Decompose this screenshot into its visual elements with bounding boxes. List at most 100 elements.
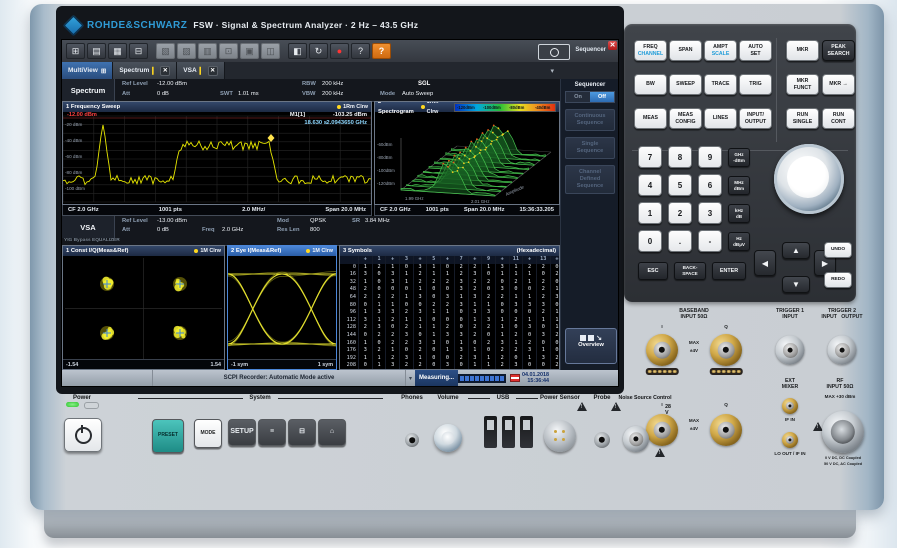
auto-set-key[interactable]: AUTOSET — [739, 40, 772, 61]
grid-tool-icon[interactable]: ▣ — [240, 43, 259, 59]
power-sensor-connector[interactable] — [544, 420, 576, 452]
vbw-value[interactable]: 200 kHz — [322, 91, 343, 97]
display-icon[interactable]: ◧ — [288, 43, 307, 59]
ghz-key[interactable]: GHz-dBm — [728, 148, 750, 167]
mkr-to-key[interactable]: MKR → — [822, 74, 855, 95]
eye-diagram-window[interactable]: 2 Eye I(Meas&Ref) 1M Clrw -1 sym 1 sym — [227, 245, 337, 370]
baseband-q-connector[interactable] — [710, 334, 742, 366]
sweep-points[interactable]: 1001 pts — [159, 207, 182, 213]
vsa3-header[interactable]: 3 Symbols (Hexadecimal) — [340, 246, 559, 256]
center-frequency[interactable]: CF 2.0 GHz — [68, 207, 99, 213]
volume-knob[interactable] — [434, 424, 462, 452]
input-output-key[interactable]: INPUT/OUTPUT — [739, 108, 772, 129]
sequencer-on-option[interactable]: On — [566, 92, 590, 102]
vsa-sr-value[interactable]: 3.84 MHz — [365, 218, 390, 224]
trig-key[interactable]: TRIG — [739, 74, 772, 95]
sweep-key[interactable]: SWEEP — [669, 74, 702, 95]
trigger2-connector[interactable] — [828, 336, 857, 365]
usb-port-2[interactable] — [502, 416, 515, 448]
usb-port-1[interactable] — [484, 416, 497, 448]
screenshot-button[interactable] — [538, 44, 570, 60]
ampt-scale-key[interactable]: AMPTSCALE — [704, 40, 737, 61]
enter-key[interactable]: ENTER — [712, 262, 746, 280]
swt-value[interactable]: 1.01 ms — [238, 91, 259, 97]
trace-tool-icon[interactable]: ▧ — [156, 43, 175, 59]
meas-config-key[interactable]: MEASCONFIG — [669, 108, 702, 129]
help-pointer-icon[interactable]: ? — [351, 43, 370, 59]
center-frequency[interactable]: CF 2.0 GHz — [380, 207, 411, 213]
symbols-table[interactable]: +1+3+5+7+9+11+13+15▲01210310221312203163… — [340, 256, 559, 370]
peak-search-key[interactable]: PEAKSEARCH — [822, 40, 855, 61]
redo-key[interactable]: REDO — [824, 272, 852, 288]
noise-source-connector[interactable] — [623, 426, 649, 452]
trigger1-connector[interactable] — [776, 336, 805, 365]
usb-port-3[interactable] — [520, 416, 533, 448]
key-8[interactable]: 8 — [668, 146, 692, 168]
vsa2-header[interactable]: 2 Eye I(Meas&Ref) 1M Clrw — [228, 246, 336, 256]
arrow-up-key[interactable]: ▲ — [782, 242, 810, 259]
sequencer-toggle[interactable]: On Off — [565, 91, 615, 103]
refresh-icon[interactable]: ↻ — [309, 43, 328, 59]
phones-jack[interactable] — [405, 433, 419, 447]
scpi-recorder-status[interactable]: SCPI Recorder: Automatic Mode active — [152, 370, 406, 386]
key-6[interactable]: 6 — [698, 174, 722, 196]
sweep-points[interactable]: 1001 pts — [426, 207, 449, 213]
span-value[interactable]: Span 20.0 MHz — [464, 207, 505, 213]
keyboard-key[interactable]: ⌂ — [318, 419, 346, 446]
freq-channel-key[interactable]: FREQCHANNEL — [634, 40, 667, 61]
sequencer-off-option[interactable]: Off — [590, 92, 614, 102]
mhz-key[interactable]: MHzdBm — [728, 176, 750, 195]
ext-mixer-if-in-connector[interactable] — [782, 398, 798, 414]
baseband-qbar-connector[interactable] — [710, 414, 742, 446]
marker-tool-icon[interactable]: ▥ — [198, 43, 217, 59]
key-2[interactable]: 2 — [668, 202, 692, 224]
mode-value[interactable]: Auto Sweep — [402, 91, 433, 97]
run-single-key[interactable]: RUNSINGLE — [786, 108, 819, 129]
tab-multiview[interactable]: MultiView ⊞ — [62, 62, 113, 79]
arrow-down-key[interactable]: ▼ — [782, 276, 810, 293]
save-icon[interactable]: ▦ — [108, 43, 127, 59]
backspace-key[interactable]: BACK-SPACE — [674, 262, 706, 280]
setup-key[interactable]: SETUP — [228, 419, 256, 446]
undo-key[interactable]: UNDO — [824, 242, 852, 258]
tab-dropdown-icon[interactable]: ▾ — [550, 67, 618, 75]
att-value[interactable]: 0 dB — [157, 91, 169, 97]
mode-key[interactable]: MODE — [194, 419, 222, 448]
tab-close-icon[interactable]: ✕ — [208, 66, 218, 76]
meas-key[interactable]: MEAS — [634, 108, 667, 129]
ext-mixer-lo-out-connector[interactable] — [782, 432, 798, 448]
symbols-window[interactable]: 3 Symbols (Hexadecimal) +1+3+5+7+9+11+13… — [339, 245, 560, 370]
key-1[interactable]: 1 — [638, 202, 662, 224]
baseband-i-connector[interactable] — [646, 334, 678, 366]
khz-key[interactable]: kHzdB — [728, 204, 750, 223]
overview-button[interactable]: ↘ Overview — [565, 328, 617, 364]
split-tool-icon[interactable]: ◫ — [261, 43, 280, 59]
tab-spectrum[interactable]: Spectrum ▎ ✕ — [113, 62, 177, 79]
open-file-icon[interactable]: ▤ — [87, 43, 106, 59]
vsa-ref-level-value[interactable]: -13.00 dBm — [157, 218, 187, 224]
hz-key[interactable]: HzdBµV — [728, 232, 750, 251]
vsa-att-value[interactable]: 0 dB — [157, 227, 169, 233]
key-minus[interactable]: - — [698, 230, 722, 252]
constellation-window[interactable]: 1 Const I/Q(Meas&Ref) 1M Clrw -1.54 1.54 — [62, 245, 225, 370]
key-4[interactable]: 4 — [638, 174, 662, 196]
esc-key[interactable]: ESC — [638, 262, 668, 280]
rbw-value[interactable]: 200 kHz — [322, 81, 343, 87]
softkey-continuous[interactable]: ContinuousSequence — [565, 109, 615, 131]
lines-tool-icon[interactable]: ▨ — [177, 43, 196, 59]
power-button[interactable] — [64, 418, 102, 452]
spectrogram-window[interactable]: 2 Spectrogram 1Rm Clrw -120dBm-100dBm-80… — [374, 101, 560, 205]
run-cont-key[interactable]: RUNCONT — [822, 108, 855, 129]
rotary-knob[interactable] — [774, 144, 844, 214]
key-9[interactable]: 9 — [698, 146, 722, 168]
help-icon[interactable]: ? — [372, 43, 391, 59]
tab-close-icon[interactable]: ✕ — [160, 66, 170, 76]
vsa1-header[interactable]: 1 Const I/Q(Meas&Ref) 1M Clrw — [63, 246, 224, 256]
tab-vsa[interactable]: VSA ▎ ✕ — [177, 62, 224, 79]
key-7[interactable]: 7 — [638, 146, 662, 168]
status-dropdown-icon[interactable]: ▾ — [406, 375, 415, 382]
span-value[interactable]: Span 20.0 MHz — [325, 207, 366, 213]
trace-key[interactable]: TRACE — [704, 74, 737, 95]
zoom-tool-icon[interactable]: ⊡ — [219, 43, 238, 59]
key-3[interactable]: 3 — [698, 202, 722, 224]
